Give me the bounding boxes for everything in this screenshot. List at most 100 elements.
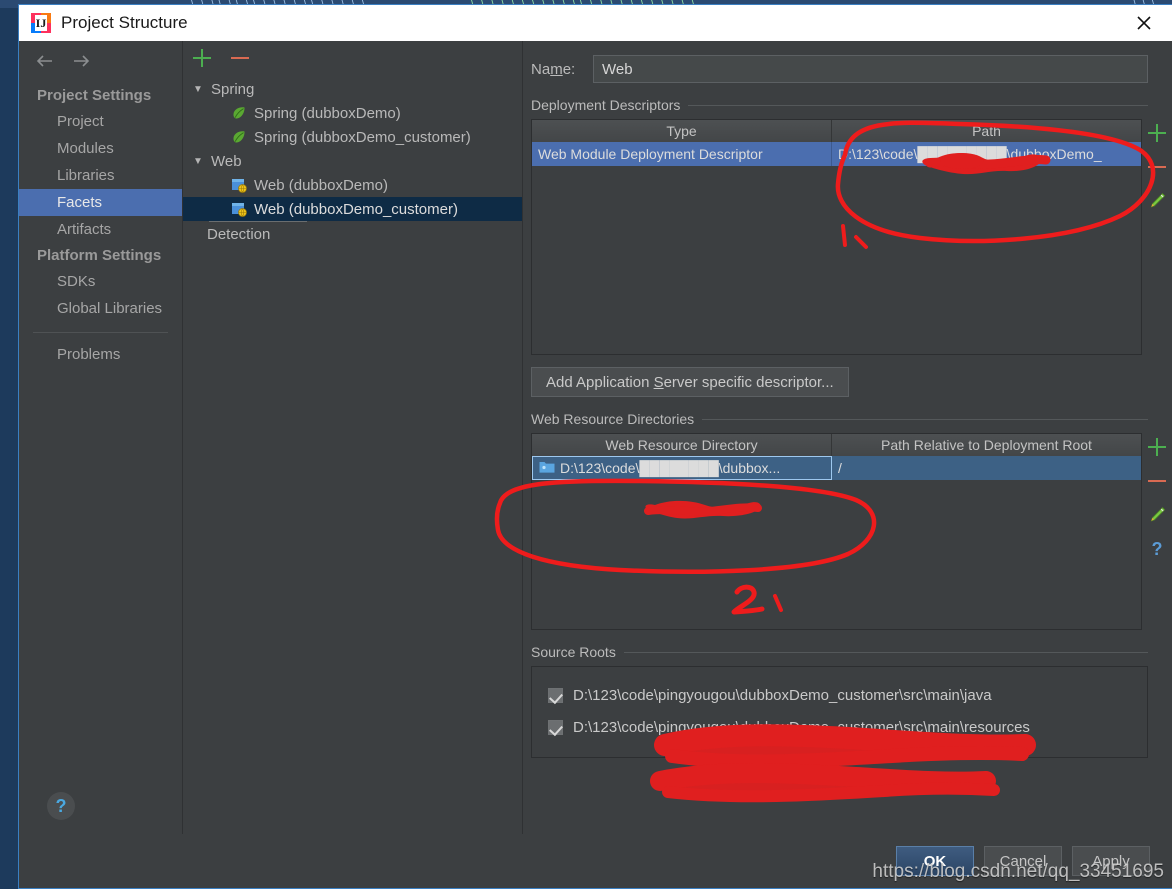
cell-type: Web Module Deployment Descriptor bbox=[532, 142, 832, 166]
navigation-arrows bbox=[19, 41, 182, 81]
cell-text: D:\123\code\████████\dubbox... bbox=[560, 460, 781, 476]
facet-name-row: Name: bbox=[523, 41, 1172, 83]
apply-button[interactable]: Apply bbox=[1072, 846, 1150, 876]
web-resource-directories-table-wrap: Web Resource Directory Path Relative to … bbox=[531, 433, 1172, 630]
spring-leaf-icon bbox=[231, 105, 247, 121]
table-row[interactable]: D:\123\code\████████\dubbox... / bbox=[532, 456, 1141, 480]
dialog-footer: OK Cancel Apply bbox=[19, 834, 1172, 888]
add-descriptor-row: Add Application Server specific descript… bbox=[531, 367, 1172, 397]
add-app-server-descriptor-button[interactable]: Add Application Server specific descript… bbox=[531, 367, 849, 397]
deployment-descriptors-table: Type Path Web Module Deployment Descript… bbox=[531, 119, 1142, 355]
remove-icon[interactable] bbox=[1147, 157, 1167, 177]
sidebar-item-sdks[interactable]: SDKs bbox=[19, 268, 182, 295]
column-header-path[interactable]: Path bbox=[832, 120, 1141, 142]
cancel-button[interactable]: Cancel bbox=[984, 846, 1062, 876]
sidebar-item-project[interactable]: Project bbox=[19, 108, 182, 135]
facet-name-input[interactable] bbox=[593, 55, 1148, 83]
deployment-descriptors-title: Deployment Descriptors bbox=[531, 97, 681, 113]
screen-root: \_\_\ \_\ \_\ \_\_\_\_\_\ \_\_\_\_\_\_ \… bbox=[0, 0, 1172, 889]
sidebar-item-modules[interactable]: Modules bbox=[19, 135, 182, 162]
column-header-path-relative[interactable]: Path Relative to Deployment Root bbox=[832, 434, 1141, 456]
help-icon[interactable]: ? bbox=[47, 792, 75, 820]
edit-icon[interactable] bbox=[1147, 191, 1167, 211]
web-resource-directories-header: Web Resource Directories bbox=[531, 411, 1148, 427]
tree-node-spring-dubboxdemo[interactable]: Spring (dubboxDemo) bbox=[183, 101, 522, 125]
remove-facet-icon[interactable] bbox=[229, 47, 251, 69]
tree-node-spring-dubboxdemo-customer[interactable]: Spring (dubboxDemo_customer) bbox=[183, 125, 522, 149]
source-roots-header: Source Roots bbox=[531, 644, 1148, 660]
settings-sidebar: Project Settings Project Modules Librari… bbox=[19, 41, 183, 834]
cell-web-resource-directory: D:\123\code\████████\dubbox... bbox=[532, 456, 832, 480]
sidebar-item-facets[interactable]: Facets bbox=[19, 189, 182, 216]
web-facet-icon bbox=[231, 177, 247, 193]
add-icon[interactable] bbox=[1147, 123, 1167, 143]
tree-node-label: Spring (dubboxDemo_customer) bbox=[254, 128, 471, 146]
arrow-left-icon[interactable] bbox=[35, 53, 55, 69]
sidebar-item-global-libraries[interactable]: Global Libraries bbox=[19, 295, 182, 322]
facets-tree-toolbar bbox=[183, 41, 522, 71]
folder-icon bbox=[539, 460, 555, 476]
group-divider bbox=[623, 651, 1148, 653]
tree-node-spring-group[interactable]: ▼ Spring bbox=[183, 77, 522, 101]
help-icon[interactable]: ? bbox=[1147, 539, 1167, 559]
tree-node-web-dubboxdemo-customer[interactable]: Web (dubboxDemo_customer) bbox=[183, 197, 522, 221]
tree-node-detection[interactable]: Detection bbox=[183, 222, 522, 246]
source-root-checkbox[interactable] bbox=[548, 719, 563, 735]
table-header: Web Resource Directory Path Relative to … bbox=[532, 434, 1141, 456]
tree-node-label: Web (dubboxDemo_customer) bbox=[254, 200, 458, 218]
deployment-descriptors-header: Deployment Descriptors bbox=[531, 97, 1148, 113]
chevron-down-icon[interactable]: ▼ bbox=[191, 156, 205, 167]
group-divider bbox=[688, 104, 1148, 106]
column-header-web-resource-directory[interactable]: Web Resource Directory bbox=[532, 434, 832, 456]
project-structure-dialog: IJ Project Structure Project Settings Pr… bbox=[18, 4, 1172, 889]
dialog-body: Project Settings Project Modules Librari… bbox=[19, 41, 1172, 834]
cell-path: D:\123\code\█████████\dubboxDemo_ bbox=[838, 146, 1102, 162]
intellij-idea-icon: IJ bbox=[31, 13, 51, 33]
sidebar-item-libraries[interactable]: Libraries bbox=[19, 162, 182, 189]
source-root-path: D:\123\code\pingyougou\dubboxDemo_custom… bbox=[573, 718, 1030, 736]
add-icon[interactable] bbox=[1147, 437, 1167, 457]
tree-node-label: Web (dubboxDemo) bbox=[254, 176, 388, 194]
spring-leaf-icon bbox=[231, 129, 247, 145]
source-roots-list: D:\123\code\pingyougou\dubboxDemo_custom… bbox=[531, 666, 1148, 758]
facets-tree: ▼ Spring Spring (dubboxDemo) Spring (dub… bbox=[183, 71, 522, 834]
source-roots-title: Source Roots bbox=[531, 644, 616, 660]
edit-icon[interactable] bbox=[1147, 505, 1167, 525]
sidebar-item-artifacts[interactable]: Artifacts bbox=[19, 216, 182, 243]
tree-node-label: Detection bbox=[207, 225, 271, 243]
sidebar-divider bbox=[33, 332, 168, 333]
sidebar-item-problems[interactable]: Problems bbox=[19, 341, 182, 368]
ok-button[interactable]: OK bbox=[896, 846, 974, 876]
deployment-descriptors-tools bbox=[1142, 119, 1172, 355]
tree-node-label: Web bbox=[211, 152, 242, 170]
sidebar-footer: ? bbox=[19, 778, 182, 834]
dialog-titlebar: IJ Project Structure bbox=[19, 5, 1172, 41]
tree-node-label: Spring (dubboxDemo) bbox=[254, 104, 401, 122]
arrow-right-icon[interactable] bbox=[71, 53, 91, 69]
facet-name-label: Name: bbox=[531, 60, 576, 78]
column-header-type[interactable]: Type bbox=[532, 120, 832, 142]
cell-path-relative: / bbox=[838, 460, 842, 476]
tree-node-web-group[interactable]: ▼ Web bbox=[183, 149, 522, 173]
web-resource-directories-title: Web Resource Directories bbox=[531, 411, 695, 427]
facet-detail-panel: Name: Deployment Descriptors Type Path bbox=[523, 41, 1172, 834]
sidebar-group-platform-settings: Platform Settings bbox=[37, 247, 162, 264]
web-resource-directories-table: Web Resource Directory Path Relative to … bbox=[531, 433, 1142, 630]
facets-tree-panel: ▼ Spring Spring (dubboxDemo) Spring (dub… bbox=[183, 41, 523, 834]
chevron-down-icon[interactable]: ▼ bbox=[191, 84, 205, 95]
close-icon[interactable] bbox=[1122, 6, 1166, 40]
remove-icon[interactable] bbox=[1147, 471, 1167, 491]
sidebar-list: Project Settings Project Modules Librari… bbox=[19, 81, 182, 778]
sidebar-group-project-settings: Project Settings bbox=[37, 87, 152, 104]
list-item[interactable]: D:\123\code\pingyougou\dubboxDemo_custom… bbox=[532, 711, 1147, 743]
deployment-descriptors-table-wrap: Type Path Web Module Deployment Descript… bbox=[531, 119, 1172, 355]
tree-node-web-dubboxdemo[interactable]: Web (dubboxDemo) bbox=[183, 173, 522, 197]
table-body: Web Module Deployment Descriptor D:\123\… bbox=[532, 142, 1141, 354]
source-root-checkbox[interactable] bbox=[548, 687, 563, 703]
table-body: D:\123\code\████████\dubbox... / bbox=[532, 456, 1141, 629]
table-row[interactable]: Web Module Deployment Descriptor D:\123\… bbox=[532, 142, 1141, 166]
list-item[interactable]: D:\123\code\pingyougou\dubboxDemo_custom… bbox=[532, 679, 1147, 711]
add-facet-icon[interactable] bbox=[191, 47, 213, 69]
tree-node-label: Spring bbox=[211, 80, 255, 98]
table-header: Type Path bbox=[532, 120, 1141, 142]
